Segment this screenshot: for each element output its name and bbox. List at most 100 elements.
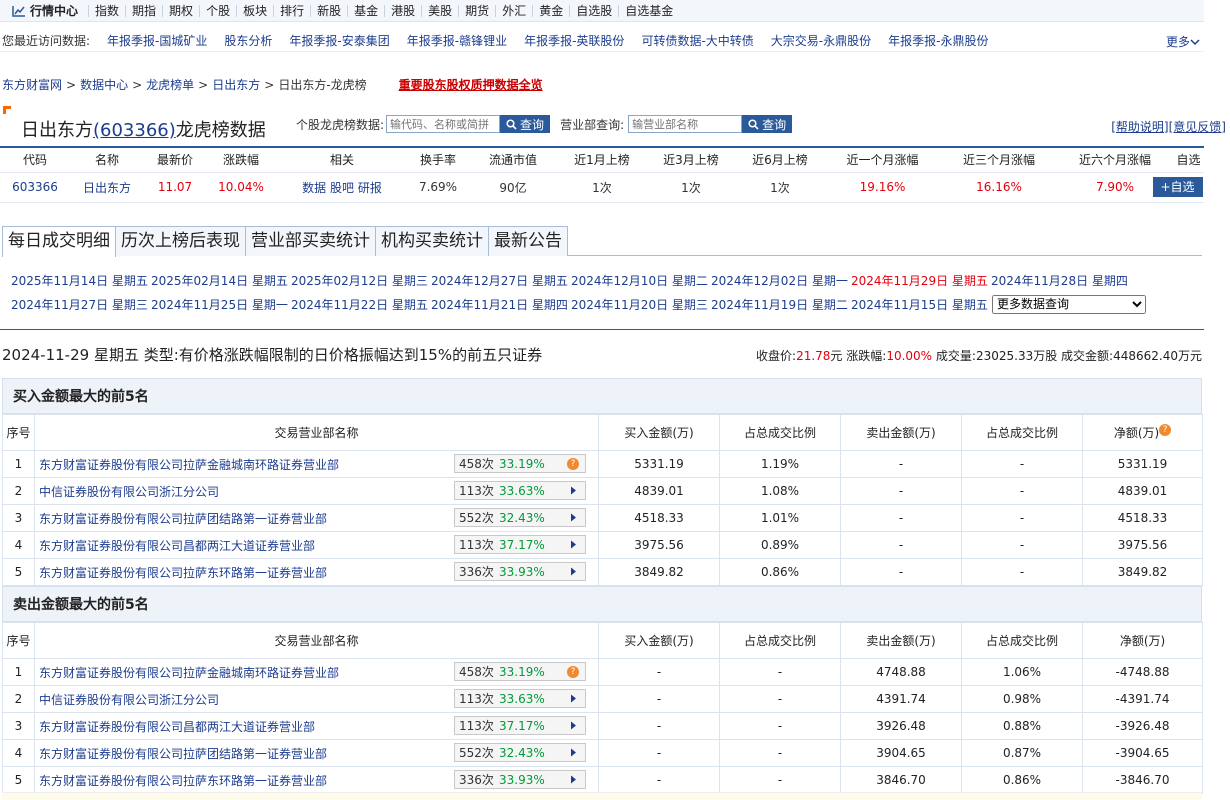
chip-action[interactable]: ? (567, 665, 579, 678)
chip-action[interactable] (567, 720, 579, 732)
recent-link[interactable]: 年报季报-安泰集团 (289, 32, 389, 49)
breadcrumb-link[interactable]: 日出东方 (212, 76, 260, 93)
date-link[interactable]: 2024年11月28日 星期四 (980, 272, 1128, 289)
chip-action[interactable] (567, 512, 579, 524)
help-question-icon[interactable]: ? (1159, 424, 1172, 436)
tab-institution-stats[interactable]: 机构买卖统计 (375, 226, 489, 256)
dept-name-link[interactable]: 东方财富证券股份有限公司拉萨东环路第一证券营业部 (39, 774, 327, 788)
recent-more-link[interactable]: 更多 (1166, 33, 1200, 50)
dept-stats-chip[interactable]: 458次 33.19%? (454, 454, 586, 473)
nav-link[interactable]: 外汇 (495, 4, 532, 17)
table-row: 3 东方财富证券股份有限公司拉萨团结路第一证券营业部 552次 32.43% 4518.… (2, 504, 1203, 532)
related-data-link[interactable]: 数据 (302, 181, 326, 195)
date-link[interactable]: 2025年11月14日 星期五 (0, 272, 148, 289)
dept-stats-chip[interactable]: 113次 37.17% (454, 535, 586, 554)
chip-action[interactable] (567, 774, 579, 786)
date-link-selected[interactable]: 2024年11月29日 星期五 (840, 272, 988, 289)
date-link[interactable]: 2024年12月10日 星期二 (560, 272, 708, 289)
chip-action[interactable] (567, 539, 579, 551)
date-link[interactable]: 2024年11月15日 星期五 (840, 296, 988, 313)
dept-name-link[interactable]: 东方财富证券股份有限公司拉萨团结路第一证券营业部 (39, 512, 327, 526)
dept-name-link[interactable]: 东方财富证券股份有限公司拉萨金融城南环路证券营业部 (39, 458, 339, 472)
dept-stats-chip[interactable]: 336次 33.93% (454, 770, 586, 789)
breadcrumb-link[interactable]: 东方财富网 (2, 76, 62, 93)
recent-link[interactable]: 大宗交易-永鼎股份 (771, 32, 871, 49)
col-header-label: 净额(万) (1113, 426, 1160, 440)
dept-name-link[interactable]: 中信证券股份有限公司浙江分公司 (39, 693, 219, 707)
stock-name-cell[interactable]: 日出东方 (83, 181, 131, 195)
nav-link[interactable]: 基金 (347, 4, 384, 17)
stock-code-link[interactable]: (603366) (93, 120, 176, 141)
breadcrumb-link[interactable]: 龙虎榜单 (146, 76, 194, 93)
dept-stats-chip[interactable]: 113次 33.63% (454, 689, 586, 708)
dept-name-link[interactable]: 东方财富证券股份有限公司拉萨金融城南环路证券营业部 (39, 666, 339, 680)
date-link[interactable]: 2024年12月02日 星期一 (700, 272, 848, 289)
date-link[interactable]: 2024年11月22日 星期五 (280, 296, 428, 313)
nav-link[interactable]: 板块 (236, 4, 273, 17)
nav-link[interactable]: 自选股 (569, 4, 618, 17)
dept-stats-chip[interactable]: 552次 32.43% (454, 743, 586, 762)
nav-link[interactable]: 排行 (273, 4, 310, 17)
chip-action[interactable]: ? (567, 457, 579, 470)
question-icon[interactable]: ? (567, 457, 579, 470)
related-guba-link[interactable]: 股吧 (330, 181, 354, 195)
nav-link[interactable]: 期指 (125, 4, 162, 17)
tab-announcements[interactable]: 最新公告 (488, 226, 568, 256)
stock-search-input[interactable] (386, 115, 501, 133)
question-icon[interactable]: ? (567, 665, 579, 678)
chip-action[interactable] (567, 485, 579, 497)
dept-stats-chip[interactable]: 552次 32.43% (454, 508, 586, 527)
date-link[interactable]: 2025年02月12日 星期三 (280, 272, 428, 289)
nav-link[interactable]: 指数 (88, 4, 125, 17)
dept-name-link[interactable]: 东方财富证券股份有限公司昌都两江大道证券营业部 (39, 539, 315, 553)
date-link[interactable]: 2024年12月27日 星期五 (420, 272, 568, 289)
tab-history-performance[interactable]: 历次上榜后表现 (115, 226, 246, 256)
dept-name-link[interactable]: 中信证券股份有限公司浙江分公司 (39, 485, 219, 499)
recent-link[interactable]: 年报季报-国城矿业 (107, 32, 207, 49)
dept-name-link[interactable]: 东方财富证券股份有限公司拉萨东环路第一证券营业部 (39, 566, 327, 580)
recent-link[interactable]: 股东分析 (224, 32, 272, 49)
date-link[interactable]: 2024年11月25日 星期一 (140, 296, 288, 313)
feedback-link[interactable]: [意见反馈] (1169, 120, 1226, 134)
date-link[interactable]: 2024年11月21日 星期四 (420, 296, 568, 313)
more-dates-select[interactable]: 更多数据查询 (992, 294, 1146, 314)
add-watchlist-button[interactable]: +自选 (1152, 177, 1203, 197)
dept-stats-chip[interactable]: 458次 33.19%? (454, 662, 586, 681)
dept-stats-chip[interactable]: 113次 33.63% (454, 481, 586, 500)
recent-link[interactable]: 可转债数据-大中转债 (641, 32, 753, 49)
nav-link[interactable]: 期货 (458, 4, 495, 17)
recent-link[interactable]: 年报季报-永鼎股份 (888, 32, 988, 49)
stock-search-button[interactable]: 查询 (500, 115, 551, 133)
tab-dept-stats[interactable]: 营业部买卖统计 (245, 226, 376, 256)
nav-link[interactable]: 个股 (199, 4, 236, 17)
dept-stats-chip[interactable]: 336次 33.93% (454, 562, 586, 581)
help-link[interactable]: [帮助说明] (1111, 120, 1168, 134)
chip-action[interactable] (567, 566, 579, 578)
nav-link[interactable]: 美股 (421, 4, 458, 17)
dept-stats-chip[interactable]: 113次 37.17% (454, 716, 586, 735)
tab-daily-detail[interactable]: 每日成交明细 (2, 226, 116, 257)
pledge-data-link[interactable]: 重要股东股权质押数据全览 (399, 76, 543, 93)
dept-search-input[interactable] (628, 115, 743, 133)
date-link[interactable]: 2025年02月14日 星期五 (140, 272, 288, 289)
date-link[interactable]: 2024年11月19日 星期二 (700, 296, 848, 313)
nav-link[interactable]: 自选基金 (618, 4, 679, 17)
recent-link[interactable]: 年报季报-赣锋锂业 (407, 32, 507, 49)
stock-code-cell[interactable]: 603366 (12, 180, 58, 194)
dept-name-link[interactable]: 东方财富证券股份有限公司昌都两江大道证券营业部 (39, 720, 315, 734)
dept-name-link[interactable]: 东方财富证券股份有限公司拉萨团结路第一证券营业部 (39, 747, 327, 761)
related-report-link[interactable]: 研报 (358, 181, 382, 195)
market-center-link[interactable]: 行情中心 (0, 2, 78, 19)
chip-action[interactable] (567, 693, 579, 705)
date-link[interactable]: 2024年11月27日 星期三 (0, 296, 148, 313)
nav-link[interactable]: 新股 (310, 4, 347, 17)
chip-action[interactable] (567, 747, 579, 759)
nav-link[interactable]: 港股 (384, 4, 421, 17)
recent-link[interactable]: 年报季报-英联股份 (524, 32, 624, 49)
breadcrumb-link[interactable]: 数据中心 (80, 76, 128, 93)
nav-link[interactable]: 黄金 (532, 4, 569, 17)
dept-search-button[interactable]: 查询 (742, 115, 793, 133)
nav-link[interactable]: 期权 (162, 4, 199, 17)
date-link[interactable]: 2024年11月20日 星期三 (560, 296, 708, 313)
table-row: 5 东方财富证券股份有限公司拉萨东环路第一证券营业部 336次 33.93% - -384… (2, 766, 1203, 794)
